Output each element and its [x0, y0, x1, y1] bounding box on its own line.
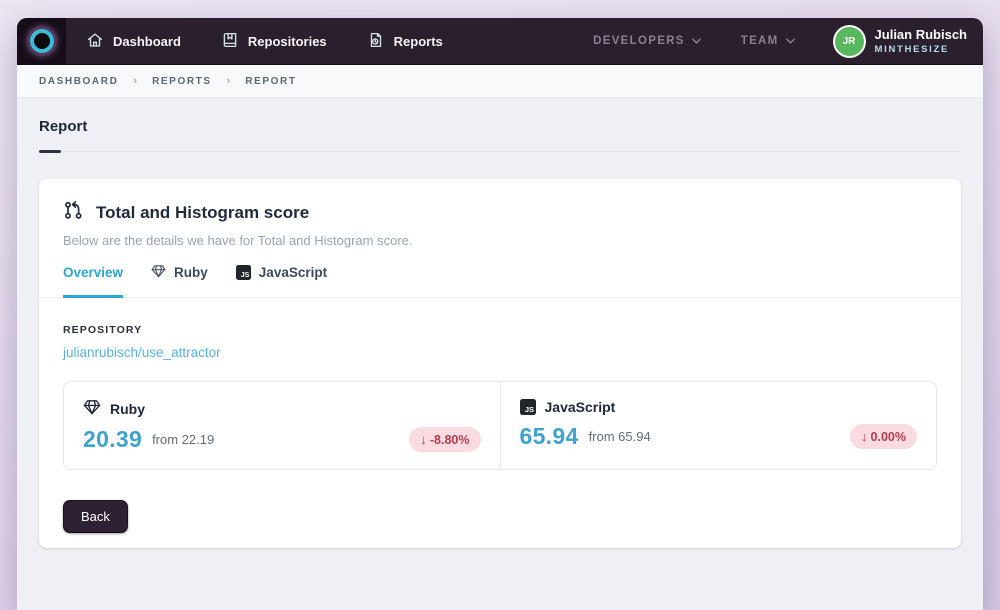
nav-label: Reports [393, 33, 443, 49]
repository-label: REPOSITORY [63, 324, 143, 336]
user-name: Julian Rubisch [874, 26, 967, 42]
app-window: Dashboard Repositories Reports DEVELOPER… [17, 18, 983, 610]
stat-previous-value: from 22.19 [152, 432, 215, 447]
user-org: MINTHESIZE [874, 44, 950, 56]
main-content: Report Total and Histogram score Below a… [17, 98, 983, 610]
score-history-icon [63, 199, 85, 226]
top-navbar: Dashboard Repositories Reports DEVELOPER… [17, 18, 983, 65]
back-button[interactable]: Back [63, 500, 128, 533]
developers-menu[interactable]: DEVELOPERS [593, 35, 701, 47]
card-title: Total and Histogram score [96, 202, 310, 222]
tab-content-overview: REPOSITORY julianrubisch/use_attractor R… [39, 298, 961, 548]
avatar[interactable]: JR [834, 26, 864, 56]
book-icon [221, 31, 239, 52]
stat-value: 20.39 [83, 426, 143, 452]
nav-item-dashboard[interactable]: Dashboard [66, 18, 201, 64]
document-clock-icon [367, 31, 385, 52]
breadcrumb-separator: › [226, 75, 231, 87]
stat-name: JavaScript [544, 399, 616, 415]
down-arrow-icon: ↓ [861, 429, 868, 444]
chevron-down-icon [691, 35, 701, 47]
menu-label: DEVELOPERS [593, 35, 685, 47]
js-icon: JS [235, 265, 251, 280]
user-block[interactable]: Julian Rubisch MINTHESIZE [875, 27, 967, 56]
breadcrumb: DASHBOARD › REPORTS › REPORT [17, 65, 983, 98]
menu-label: TEAM [740, 35, 779, 47]
breadcrumb-dashboard[interactable]: DASHBOARD [39, 76, 118, 87]
app-logo[interactable] [17, 18, 66, 64]
repository-link[interactable]: julianrubisch/use_attractor [63, 345, 221, 360]
card-subtitle: Below are the details we have for Total … [63, 233, 413, 248]
tab-javascript[interactable]: JS JavaScript [235, 264, 328, 298]
stat-card-ruby: Ruby 20.39 from 22.19 ↓ -8.80% [64, 382, 500, 469]
breadcrumb-separator: › [133, 75, 138, 87]
change-badge: ↓ -8.80% [409, 427, 481, 452]
navbar-right: DEVELOPERS TEAM JR Julian Rubisch MINTHE… [593, 26, 983, 56]
home-icon [86, 31, 104, 52]
breadcrumb-reports[interactable]: REPORTS [152, 76, 212, 87]
tab-label: Overview [63, 265, 124, 280]
gem-icon [151, 264, 166, 281]
nav-item-reports[interactable]: Reports [347, 18, 463, 64]
breadcrumb-report[interactable]: REPORT [245, 76, 296, 87]
chevron-down-icon [785, 35, 795, 47]
page-title: Report [39, 118, 88, 135]
nav-item-repositories[interactable]: Repositories [201, 18, 347, 64]
card-header: Total and Histogram score Below are the … [39, 179, 961, 248]
stat-previous-value: from 65.94 [588, 429, 651, 444]
tab-label: JavaScript [258, 265, 328, 280]
report-card: Total and Histogram score Below are the … [39, 179, 961, 548]
nav-label: Repositories [247, 33, 327, 49]
stat-card-javascript: JS JavaScript 65.94 from 65.94 ↓ 0.00% [499, 382, 937, 469]
team-menu[interactable]: TEAM [741, 35, 795, 47]
stat-name: Ruby [110, 400, 145, 417]
tab-ruby[interactable]: Ruby [151, 264, 208, 298]
stats-container: Ruby 20.39 from 22.19 ↓ -8.80% JS JavaSc… [63, 381, 937, 470]
title-divider [39, 150, 961, 153]
nav-label: Dashboard [113, 33, 181, 49]
js-icon: JS [519, 399, 536, 415]
logo-icon [29, 29, 54, 53]
change-badge: ↓ 0.00% [850, 424, 917, 449]
change-value: 0.00% [870, 429, 906, 444]
tab-label: Ruby [174, 265, 208, 280]
down-arrow-icon: ↓ [420, 432, 427, 447]
change-value: -8.80% [429, 432, 470, 447]
gem-icon [83, 399, 101, 418]
tab-bar: Overview Ruby JS JavaScript [39, 264, 961, 298]
tab-overview[interactable]: Overview [63, 264, 124, 298]
stat-value: 65.94 [519, 423, 579, 449]
